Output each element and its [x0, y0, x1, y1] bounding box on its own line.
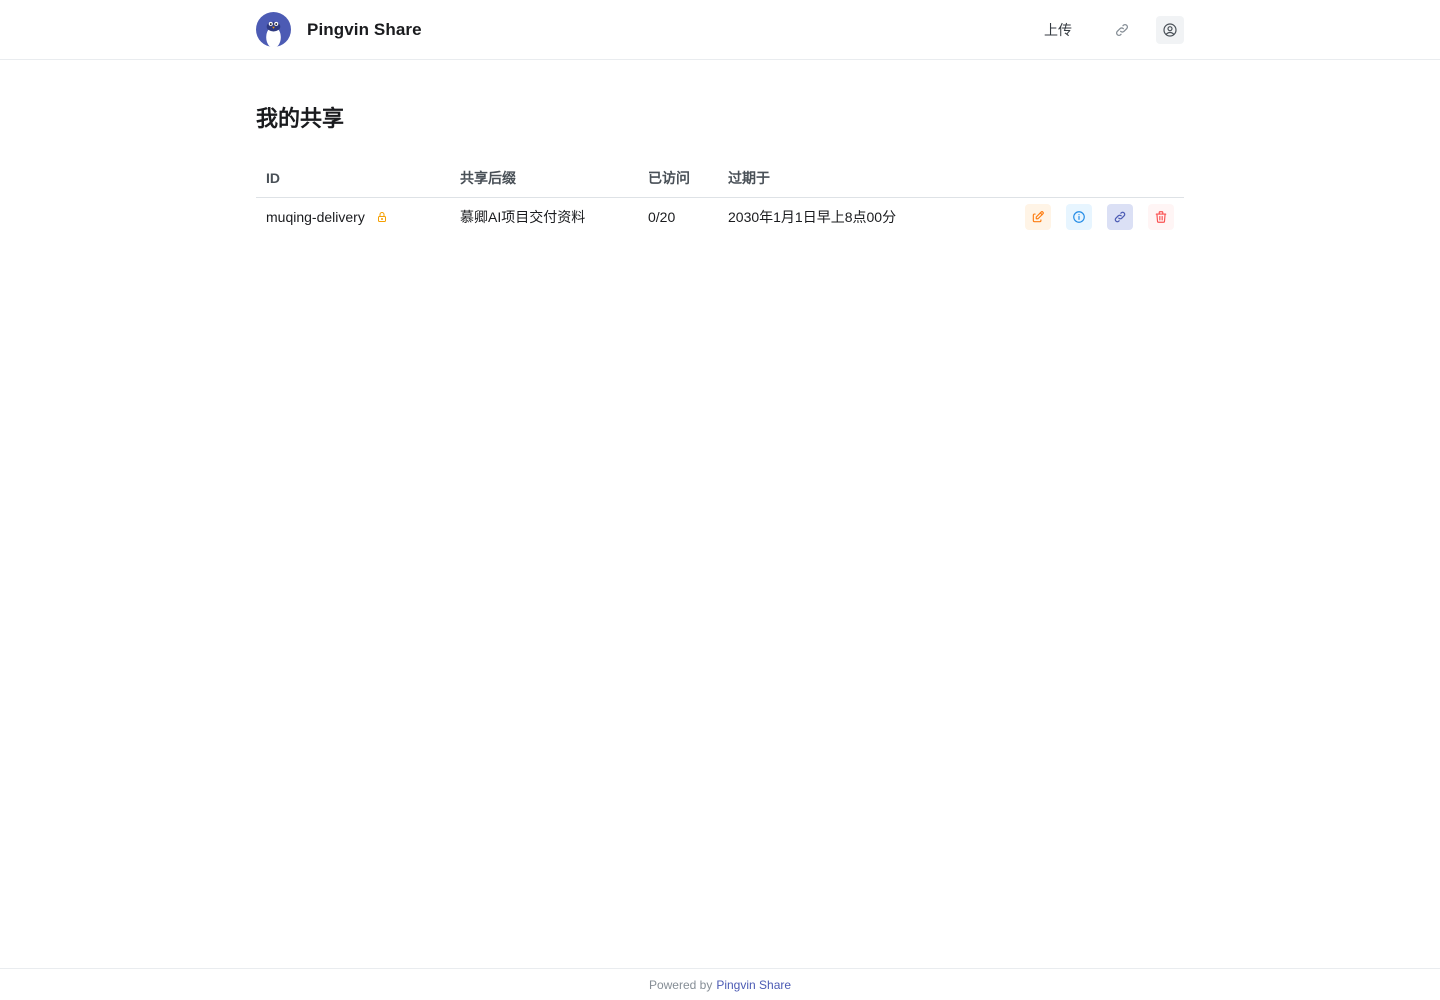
user-circle-icon	[1163, 22, 1177, 37]
nav-link-button[interactable]	[1108, 16, 1136, 44]
header-nav: 上传	[1032, 14, 1184, 46]
table-body: muqing-delivery 慕卿AI项目交付资料 0/20 2030年1月1…	[256, 197, 1184, 236]
id-cell: muqing-delivery	[266, 209, 440, 225]
info-icon	[1073, 210, 1085, 223]
table-header-row: ID 共享后缀 已访问 过期于	[256, 160, 1184, 198]
row-actions	[988, 203, 1174, 230]
header-expires: 过期于	[718, 160, 978, 198]
header-id: ID	[256, 160, 450, 198]
page-title: 我的共享	[256, 106, 345, 131]
link-icon	[1114, 211, 1126, 223]
header-inner: Pingvin Share 上传	[256, 0, 1184, 59]
link-icon	[1116, 23, 1128, 36]
top-header: Pingvin Share 上传	[0, 0, 1440, 60]
table-row: muqing-delivery 慕卿AI项目交付资料 0/20 2030年1月1…	[256, 197, 1184, 236]
edit-icon	[1032, 210, 1044, 222]
share-info-button[interactable]	[1066, 203, 1092, 230]
edit-share-button[interactable]	[1025, 203, 1051, 230]
share-id: muqing-delivery	[266, 208, 365, 225]
nav-upload-link[interactable]: 上传	[1032, 14, 1084, 46]
cell-name: 慕卿AI项目交付资料	[460, 208, 586, 225]
cell-id: muqing-delivery	[256, 197, 450, 236]
header-name: 共享后缀	[450, 160, 638, 198]
header-views: 已访问	[638, 160, 718, 198]
footer: Powered by Pingvin Share	[0, 968, 1440, 1000]
copy-link-button[interactable]	[1107, 203, 1133, 230]
delete-share-button[interactable]	[1148, 203, 1174, 230]
cell-expires: 2030年1月1日早上8点00分	[728, 208, 897, 225]
trash-icon	[1155, 210, 1167, 223]
cell-views: 0/20	[648, 208, 676, 225]
footer-prefix: Powered by	[648, 977, 713, 992]
penguin-logo-icon[interactable]	[256, 12, 291, 47]
header-actions	[978, 160, 1184, 198]
cell-actions	[978, 197, 1184, 236]
lock-icon	[376, 211, 388, 223]
shares-table: ID 共享后缀 已访问 过期于 muqing-delivery 慕卿AI项目交付…	[256, 160, 1184, 236]
brand[interactable]: Pingvin Share	[256, 12, 422, 47]
footer-link[interactable]: Pingvin Share	[716, 978, 791, 992]
brand-name[interactable]: Pingvin Share	[307, 20, 422, 40]
user-menu-button[interactable]	[1156, 15, 1184, 44]
table-head: ID 共享后缀 已访问 过期于	[256, 160, 1184, 198]
